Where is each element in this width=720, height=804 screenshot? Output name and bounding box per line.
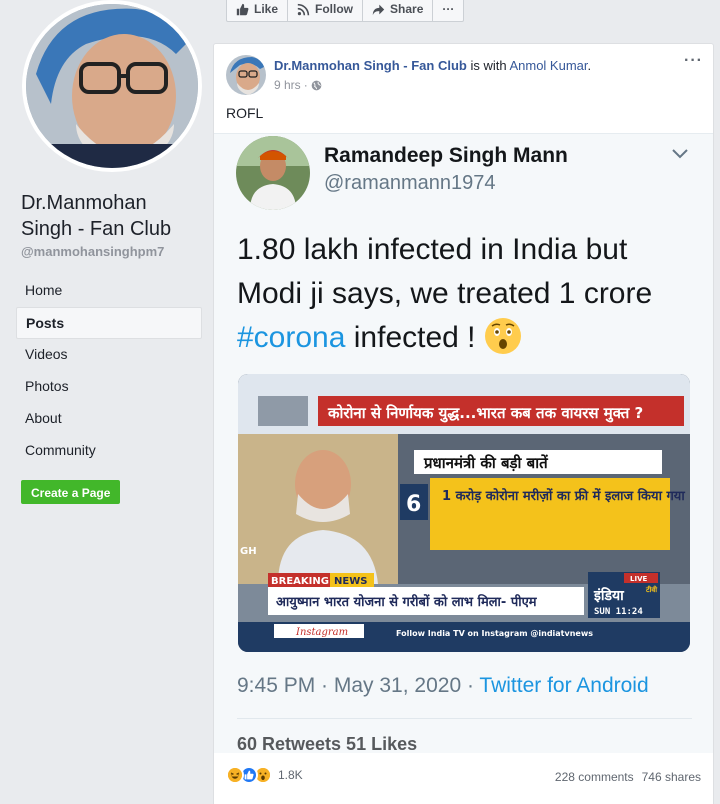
like-label: Like (254, 2, 279, 16)
news-panel-title: प्रधानमंत्री की बड़ी बातें (423, 454, 549, 472)
post-counts: 228 comments 746 shares (555, 770, 701, 784)
page-name[interactable]: Dr.Manmohan Singh - Fan Club (21, 190, 201, 242)
news-gh-fragment: GH (240, 546, 257, 557)
page-action-bar: Like Follow Share ··· (226, 0, 465, 22)
post-meta: 9 hrs · (274, 78, 322, 92)
tweet-author-handle: @ramanmann1974 (324, 172, 496, 194)
share-arrow-icon (372, 4, 385, 15)
follow-label: Follow (315, 2, 354, 16)
comments-count[interactable]: 228 comments (555, 770, 634, 784)
tweet-stats-partial: 60 Retweets 51 Likes (237, 734, 418, 753)
tweet-author-name: Ramandeep Singh Mann (324, 144, 568, 167)
with-suffix: . (587, 58, 592, 73)
news-graphic: कोरोना से निर्णायक युद्ध...भारत कब तक वा… (238, 374, 690, 652)
breaking-label: BREAKING (271, 576, 329, 587)
post-header: Dr.Manmohan Singh - Fan Club is with Anm… (274, 58, 591, 73)
nav-item-photos[interactable]: Photos (16, 371, 202, 403)
page-handle: @manmohansinghpm7 (21, 244, 165, 259)
more-options-button[interactable]: ··· (433, 0, 463, 21)
post-text: ROFL (226, 105, 264, 121)
tweet-hashtag: #corona (237, 321, 346, 354)
news-point-number: 6 (406, 492, 421, 517)
news-clock: SUN 11:24 (594, 607, 643, 617)
tweet-line-1: 1.80 lakh infected in India but (237, 233, 628, 266)
tweet-divider (237, 718, 692, 719)
tagged-user-link[interactable]: Anmol Kumar (509, 58, 587, 73)
globe-icon[interactable] (311, 80, 322, 91)
news-screenshot-image: कोरोना से निर्णायक युद्ध...भारत कब तक वा… (238, 374, 690, 652)
instagram-follow-text: Follow India TV on Instagram @indiatvnew… (396, 629, 593, 638)
channel-logo: इंडिया (593, 587, 625, 604)
post-image-tweet-screenshot[interactable]: Ramandeep Singh Mann @ramanmann1974 1.80… (214, 133, 713, 753)
share-label: Share (390, 2, 424, 16)
post-author-avatar[interactable] (226, 55, 266, 95)
news-headline: कोरोना से निर्णायक युद्ध...भारत कब तक वा… (327, 404, 643, 423)
page-profile-picture[interactable] (22, 0, 202, 172)
left-sidebar: Dr.Manmohan Singh - Fan Club @manmohansi… (0, 0, 212, 804)
haha-reaction-icon (226, 766, 244, 784)
news-ticker: आयुष्मान भारत योजना से गरीबों को लाभ मिल… (276, 594, 538, 610)
astonished-face-emoji-icon (484, 318, 521, 354)
more-dots-icon: ··· (442, 2, 455, 16)
instagram-logo: Instagram (295, 627, 348, 638)
shares-count[interactable]: 746 shares (642, 770, 701, 784)
follow-page-button[interactable]: Follow (288, 0, 364, 21)
chevron-down-icon (672, 149, 688, 159)
tweet-date: 9:45 PM · May 31, 2020 · (237, 674, 480, 697)
news-label: NEWS (334, 576, 367, 587)
tweet-author-avatar (236, 136, 310, 210)
tweet-client: Twitter for Android (479, 674, 649, 697)
nav-item-about[interactable]: About (16, 403, 202, 435)
profile-photo (26, 4, 198, 168)
like-page-button[interactable]: Like (227, 0, 289, 21)
post-author-link[interactable]: Dr.Manmohan Singh - Fan Club (274, 58, 467, 73)
thumbs-up-icon (236, 3, 249, 15)
create-page-button[interactable]: Create a Page (21, 480, 121, 504)
tweet-timestamp: 9:45 PM · May 31, 2020 · Twitter for And… (237, 674, 649, 698)
nav-item-posts[interactable]: Posts (16, 307, 202, 339)
tweet-text: 1.80 lakh infected in India but Modi ji … (237, 228, 697, 360)
post-card: Dr.Manmohan Singh - Fan Club is with Anm… (213, 43, 714, 804)
nav-item-community[interactable]: Community (16, 435, 202, 467)
live-badge: LIVE (630, 575, 647, 583)
post-options-button[interactable]: ··· (684, 52, 703, 70)
channel-logo-tv: टीवी (645, 585, 658, 594)
tweet-line-3-rest: infected ! (345, 321, 484, 354)
rss-follow-icon (297, 3, 310, 15)
page-nav: Home Posts Videos Photos About Community (16, 275, 202, 467)
reactions-summary[interactable]: 1.8K (226, 766, 303, 784)
post-timestamp[interactable]: 9 hrs (274, 78, 301, 92)
news-point-text: 1 करोड़ कोरोना मरीज़ों का फ्री में इलाज … (442, 488, 685, 504)
share-page-button[interactable]: Share (363, 0, 434, 21)
nav-item-videos[interactable]: Videos (16, 339, 202, 371)
nav-item-home[interactable]: Home (16, 275, 202, 307)
with-text: is with (466, 58, 510, 73)
meta-separator: · (303, 78, 308, 92)
tweet-line-3: #corona infected ! (237, 316, 697, 360)
tweet-line-2: Modi ji says, we treated 1 crore (237, 277, 653, 310)
reaction-count[interactable]: 1.8K (278, 768, 303, 782)
